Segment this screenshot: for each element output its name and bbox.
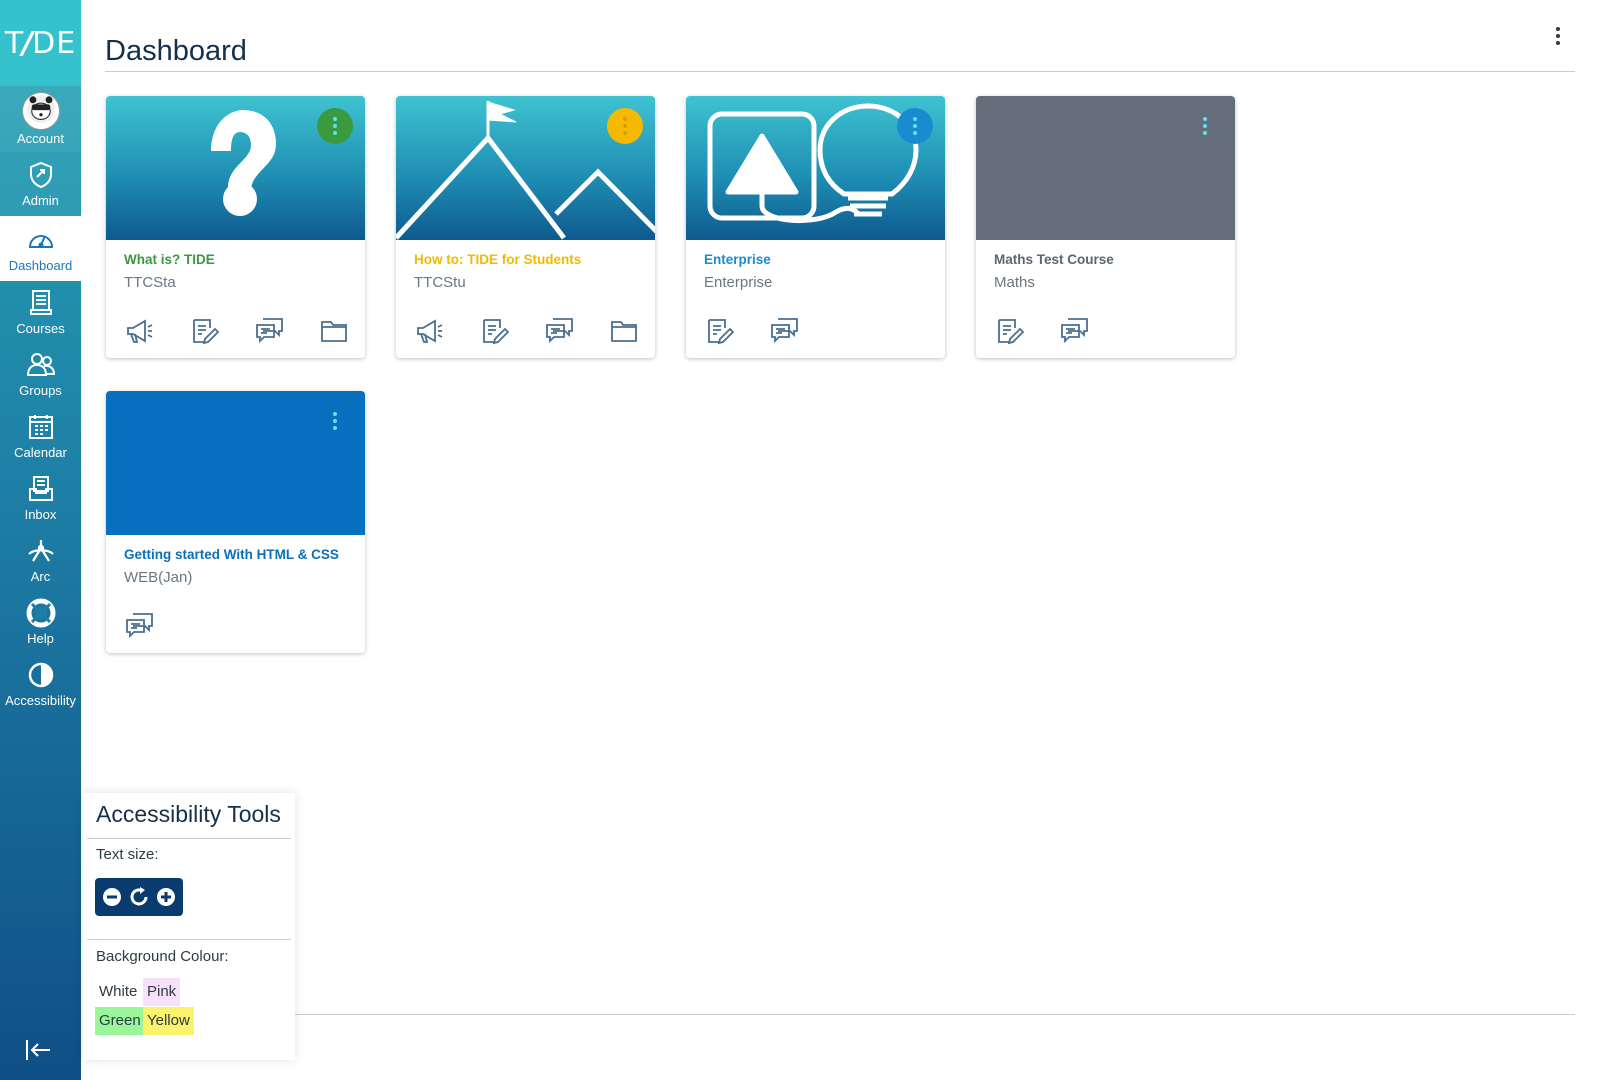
- nav-label-arc: Arc: [30, 569, 51, 584]
- assignments-icon[interactable]: [704, 316, 735, 346]
- assignments-icon[interactable]: [189, 316, 220, 346]
- files-icon[interactable]: [319, 316, 349, 346]
- course-card[interactable]: Enterprise Enterprise: [686, 96, 945, 358]
- arc-icon: [27, 540, 54, 562]
- files-icon[interactable]: [609, 316, 639, 346]
- course-name[interactable]: What is? TIDE: [124, 252, 347, 267]
- nav-item-dashboard[interactable]: Dashboard: [0, 216, 81, 281]
- collapse-left-icon[interactable]: [24, 1038, 54, 1062]
- panel-divider: [87, 838, 291, 839]
- groups-icon: [26, 353, 55, 376]
- logo-text-right: DE: [32, 25, 77, 61]
- increase-text-icon[interactable]: [155, 886, 177, 908]
- nav-label-account: Account: [17, 130, 64, 146]
- nav-label-help: Help: [27, 631, 54, 646]
- course-code: TTCSta: [124, 274, 176, 291]
- footer-divider: [295, 1014, 1575, 1015]
- course-card[interactable]: Getting started With HTML & CSS WEB(Jan): [106, 391, 365, 653]
- background-colour-label: Background Colour:: [96, 948, 229, 965]
- discussions-icon[interactable]: [124, 611, 154, 641]
- inbox-icon: [28, 476, 53, 501]
- card-options-button[interactable]: [897, 108, 933, 144]
- header-divider: [105, 71, 1575, 72]
- course-code: TTCStu: [414, 274, 466, 291]
- nav-item-arc[interactable]: Arc: [0, 529, 81, 591]
- accessibility-tools-panel: Accessibility Tools Text size: Backgroun…: [83, 793, 295, 1060]
- announcements-icon[interactable]: [414, 316, 444, 346]
- lifebuoy-icon: [26, 598, 55, 628]
- nav-label-accessibility: Accessibility: [5, 693, 76, 708]
- discussions-icon[interactable]: [769, 316, 799, 346]
- swatch-white[interactable]: White: [95, 978, 142, 1006]
- course-card-image: [686, 96, 945, 240]
- nav-item-inbox[interactable]: Inbox: [0, 467, 81, 529]
- course-code: Maths: [994, 274, 1035, 291]
- course-card[interactable]: How to: TIDE for Students TTCStu: [396, 96, 655, 358]
- nav-label-calendar: Calendar: [14, 445, 67, 460]
- text-size-controls: [95, 878, 183, 916]
- nav-item-help[interactable]: Help: [0, 591, 81, 653]
- discussions-icon[interactable]: [1059, 316, 1089, 346]
- tide-logo[interactable]: T / DE: [0, 0, 81, 86]
- nav-label-inbox: Inbox: [24, 507, 57, 522]
- accessibility-tools-title: Accessibility Tools: [96, 801, 281, 827]
- avatar-icon: [22, 92, 59, 129]
- panel-divider: [87, 939, 291, 940]
- card-options-button[interactable]: [607, 108, 643, 144]
- course-code: WEB(Jan): [124, 569, 193, 586]
- course-card-image: [106, 391, 365, 535]
- nav-label-dashboard: Dashboard: [8, 257, 73, 273]
- course-name[interactable]: Enterprise: [704, 252, 927, 267]
- swatch-pink[interactable]: Pink: [143, 978, 181, 1006]
- global-nav: T / DE Account Admin Dashboard Courses G…: [0, 0, 81, 1080]
- shield-icon: [29, 161, 52, 189]
- card-options-button[interactable]: [317, 108, 353, 144]
- swatch-green[interactable]: Green: [95, 1007, 145, 1035]
- course-name[interactable]: Getting started With HTML & CSS: [124, 547, 347, 562]
- course-card-image: [396, 96, 655, 240]
- course-code: Enterprise: [704, 274, 773, 291]
- card-options-button[interactable]: [317, 403, 353, 439]
- nav-label-courses: Courses: [16, 321, 65, 336]
- page-header: Dashboard: [105, 0, 1597, 72]
- dashboard-options-icon[interactable]: [1553, 24, 1563, 52]
- contrast-icon: [28, 662, 53, 688]
- dashboard-gauge-icon: [28, 234, 53, 248]
- nav-item-admin[interactable]: Admin: [0, 152, 81, 216]
- announcements-icon[interactable]: [124, 316, 154, 346]
- course-name[interactable]: Maths Test Course: [994, 252, 1217, 267]
- course-card[interactable]: What is? TIDE TTCSta: [106, 96, 365, 358]
- calendar-icon: [28, 415, 53, 439]
- reset-text-icon[interactable]: [128, 886, 150, 908]
- course-name[interactable]: How to: TIDE for Students: [414, 252, 637, 267]
- decrease-text-icon[interactable]: [101, 886, 123, 908]
- swatch-yellow[interactable]: Yellow: [143, 1007, 194, 1035]
- nav-label-admin: Admin: [22, 193, 59, 208]
- course-card-image: [106, 96, 365, 240]
- assignments-icon[interactable]: [479, 316, 510, 346]
- assignments-icon[interactable]: [994, 316, 1025, 346]
- nav-item-groups[interactable]: Groups: [0, 343, 81, 405]
- discussions-icon[interactable]: [254, 316, 284, 346]
- nav-item-account[interactable]: Account: [0, 86, 81, 152]
- nav-item-accessibility[interactable]: Accessibility: [0, 653, 81, 715]
- course-card-image: [976, 96, 1235, 240]
- nav-item-courses[interactable]: Courses: [0, 281, 81, 343]
- page-title: Dashboard: [105, 35, 247, 68]
- book-icon: [29, 290, 52, 315]
- discussions-icon[interactable]: [544, 316, 574, 346]
- card-options-button[interactable]: [1187, 108, 1223, 144]
- course-card[interactable]: Maths Test Course Maths: [976, 96, 1235, 358]
- text-size-label: Text size:: [96, 846, 159, 863]
- nav-label-groups: Groups: [19, 383, 62, 398]
- nav-item-calendar[interactable]: Calendar: [0, 405, 81, 467]
